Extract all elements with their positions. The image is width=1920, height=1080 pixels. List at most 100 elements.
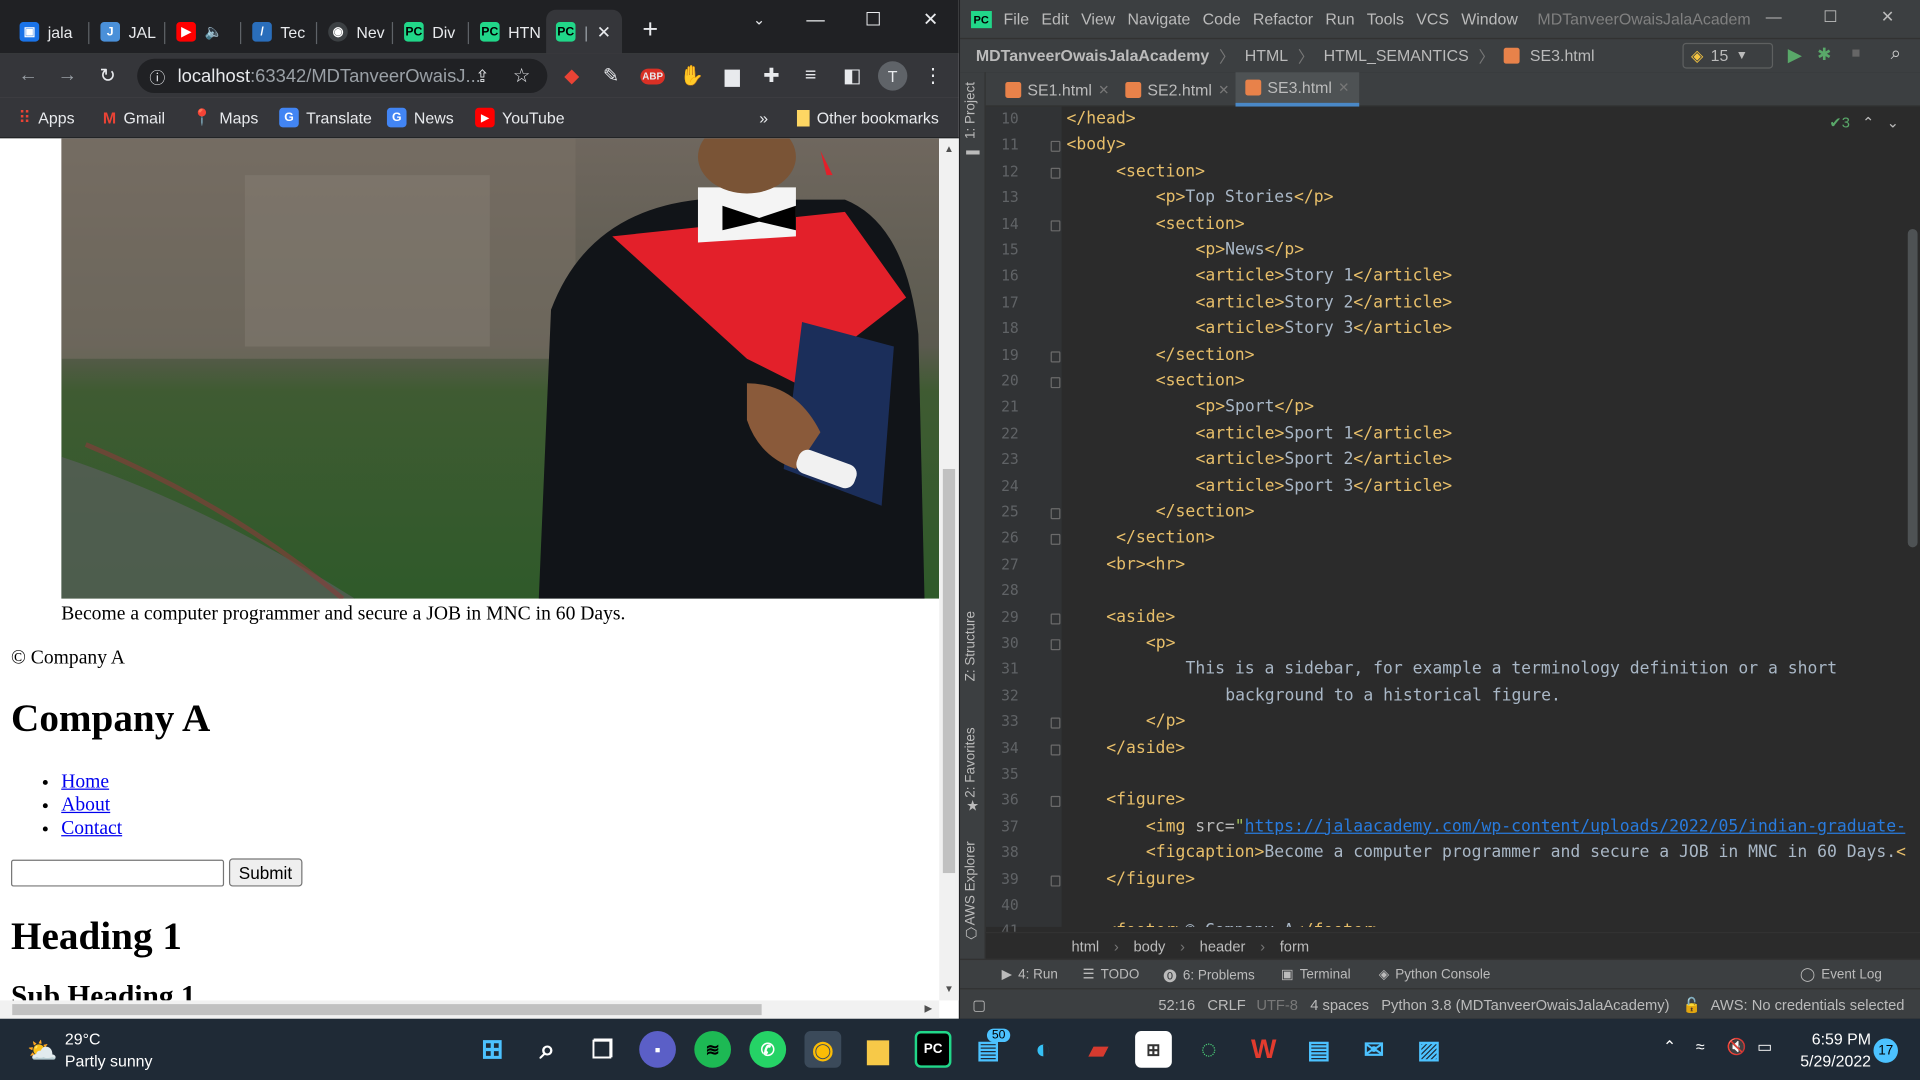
chevron-down-icon[interactable]: ⌄: [1887, 114, 1899, 131]
profile-avatar[interactable]: T: [877, 61, 908, 91]
extensions-puzzle-icon[interactable]: ✚: [757, 61, 786, 90]
fold-marker-icon[interactable]: [1050, 875, 1061, 887]
refresh-app-icon[interactable]: ◌: [1190, 1031, 1227, 1068]
fold-marker-icon[interactable]: [1050, 167, 1061, 179]
new-tab-button[interactable]: +: [636, 13, 665, 44]
nav-file[interactable]: SE3.html: [1530, 47, 1595, 65]
nav-link-about[interactable]: About: [61, 795, 110, 816]
tab-div[interactable]: PC Div: [394, 10, 465, 54]
search-icon[interactable]: ⌕: [529, 1031, 566, 1068]
problems-tool-button[interactable]: ⓿ 6: Problems: [1163, 966, 1254, 986]
color-extension-icon[interactable]: ◆: [557, 61, 586, 90]
adblock-icon[interactable]: ABP: [638, 61, 667, 90]
bookmark-apps[interactable]: ⠿ Apps: [18, 107, 74, 129]
tab-se1[interactable]: SE1.html ✕: [996, 72, 1120, 106]
tab-jal[interactable]: J JAL: [91, 10, 162, 54]
media-queue-icon[interactable]: ≡: [796, 61, 825, 90]
nav-folder-html[interactable]: HTML: [1245, 47, 1288, 65]
menu-kebab-icon[interactable]: ⋮: [918, 61, 947, 90]
crumb-header[interactable]: header: [1200, 937, 1246, 954]
close-tab-icon[interactable]: ✕: [1338, 80, 1349, 96]
stop-icon[interactable]: ■: [1851, 44, 1860, 61]
wifi-icon[interactable]: ≈: [1696, 1037, 1705, 1055]
tray-overflow-icon[interactable]: ⌃: [1663, 1037, 1676, 1057]
nav-link-contact[interactable]: Contact: [61, 818, 122, 839]
scroll-right-icon[interactable]: ▶: [924, 1003, 932, 1014]
outlook-mail-icon[interactable]: ✉: [1356, 1031, 1393, 1068]
ide-close-button[interactable]: ✕: [1881, 7, 1894, 27]
menu-tools[interactable]: Tools: [1367, 10, 1404, 28]
menu-edit[interactable]: Edit: [1041, 10, 1068, 28]
line-separator[interactable]: CRLF: [1207, 997, 1245, 1014]
nav-project[interactable]: MDTanveerOwaisJalaAcademy: [976, 47, 1209, 65]
menu-refactor[interactable]: Refactor: [1253, 10, 1313, 28]
fold-marker-icon[interactable]: [1050, 717, 1061, 729]
nav-link-home[interactable]: Home: [61, 771, 109, 792]
lock-icon[interactable]: 🔓: [1682, 997, 1700, 1014]
page-horizontal-scrollbar[interactable]: ▶: [0, 1000, 940, 1019]
crumb-form[interactable]: form: [1280, 937, 1309, 954]
caret-position[interactable]: 52:16: [1158, 997, 1195, 1014]
fold-marker-icon[interactable]: [1050, 508, 1061, 520]
scrollbar-thumb[interactable]: [1907, 228, 1918, 548]
start-windows-icon[interactable]: ⊞: [474, 1031, 511, 1068]
side-panel-icon[interactable]: ◧: [838, 61, 867, 90]
favorites-tool-tab[interactable]: 2: Favorites: [964, 727, 979, 797]
tab-search-icon[interactable]: ⌄: [731, 0, 787, 39]
menu-view[interactable]: View: [1081, 10, 1115, 28]
scroll-down-icon[interactable]: ▼: [944, 983, 954, 994]
fold-marker-icon[interactable]: [1050, 377, 1061, 389]
run-tool-button[interactable]: ▶ 4: Run: [1002, 966, 1058, 982]
tab-se2[interactable]: SE2.html ✕: [1116, 72, 1240, 106]
aws-explorer-tool-tab[interactable]: AWS Explorer: [964, 841, 979, 925]
microsoft-store-icon[interactable]: ⊞: [1135, 1031, 1172, 1068]
search-everywhere-icon[interactable]: ⌕: [1891, 43, 1901, 64]
fold-marker-icon[interactable]: [1050, 796, 1061, 808]
teams-chat-icon[interactable]: ▪: [639, 1031, 676, 1068]
battery-icon[interactable]: ▭: [1757, 1037, 1772, 1057]
wps-office-icon[interactable]: W: [1245, 1031, 1282, 1068]
tab-jala[interactable]: ▣ jala: [10, 10, 86, 54]
weather-temperature[interactable]: 29°C: [65, 1030, 101, 1048]
indent-setting[interactable]: 4 spaces: [1310, 997, 1369, 1014]
chrome-icon[interactable]: ◉: [804, 1031, 842, 1068]
ide-maximize-button[interactable]: ☐: [1823, 7, 1837, 27]
fold-marker-icon[interactable]: [1050, 612, 1061, 624]
nav-folder-semantics[interactable]: HTML_SEMANTICS: [1324, 47, 1469, 65]
close-tab-icon[interactable]: ✕: [597, 21, 611, 42]
page-vertical-scrollbar[interactable]: ▲ ▼: [939, 138, 959, 1001]
bookmark-translate[interactable]: G Translate: [279, 107, 372, 129]
maximize-button[interactable]: ☐: [845, 0, 901, 39]
stop-hand-icon[interactable]: ✋: [677, 61, 706, 90]
bookmark-youtube[interactable]: ▶ YouTube: [475, 107, 565, 129]
bookmarks-overflow-button[interactable]: »: [759, 107, 768, 129]
project-tool-tab[interactable]: 1: Project: [964, 82, 979, 139]
reload-icon[interactable]: ↻: [93, 61, 122, 90]
photos-icon[interactable]: ▨: [1411, 1031, 1448, 1068]
fold-marker-icon[interactable]: [1050, 534, 1061, 546]
edge-icon[interactable]: ◐: [1025, 1031, 1062, 1068]
fold-marker-icon[interactable]: [1050, 219, 1061, 231]
tab-htm[interactable]: PC HTN: [470, 10, 541, 54]
tab-tech[interactable]: / Tec: [242, 10, 313, 54]
fold-marker-icon[interactable]: [1050, 743, 1061, 756]
reader-extension-icon[interactable]: ▆: [718, 61, 747, 90]
back-icon[interactable]: ←: [13, 61, 42, 90]
fold-marker-icon[interactable]: [1050, 639, 1061, 651]
layout-icon[interactable]: ▢: [972, 997, 986, 1014]
bookmark-star-icon[interactable]: ☆: [507, 61, 536, 90]
car-game-icon[interactable]: ▰: [1080, 1031, 1117, 1068]
menu-window[interactable]: Window: [1461, 10, 1518, 28]
forward-icon[interactable]: →: [53, 61, 82, 90]
fold-marker-icon[interactable]: [1050, 350, 1061, 362]
run-icon[interactable]: ▶: [1788, 44, 1802, 66]
tab-active[interactable]: PC | ✕: [546, 9, 623, 54]
weather-description[interactable]: Partly sunny: [65, 1052, 153, 1070]
file-explorer-icon[interactable]: ▆: [860, 1031, 897, 1068]
spotify-icon[interactable]: ≋: [694, 1031, 732, 1068]
clock-time[interactable]: 6:59 PM: [1812, 1030, 1871, 1048]
speaker-muted-icon[interactable]: 🔇: [1727, 1037, 1747, 1057]
tab-youtube-audio[interactable]: ▶ 🔈: [167, 10, 238, 54]
other-bookmarks[interactable]: ▇ Other bookmarks: [797, 107, 939, 129]
menu-vcs[interactable]: VCS: [1416, 10, 1449, 28]
